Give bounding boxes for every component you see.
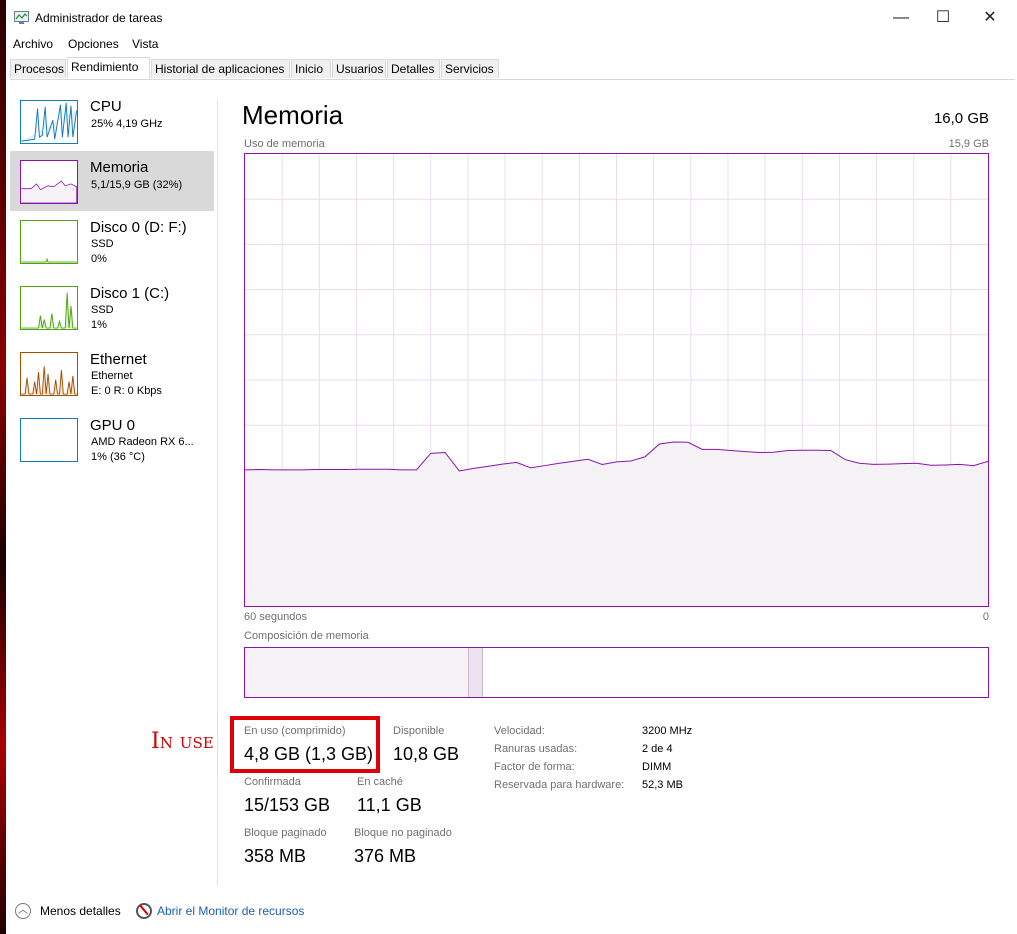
sidebar-item-gpu0[interactable]: GPU 0 AMD Radeon RX 6... 1% (36 °C): [10, 416, 214, 468]
chevron-up-icon[interactable]: ︿: [15, 903, 31, 919]
sidebar-label-disco1: Disco 1 (C:): [90, 285, 170, 302]
committed-label: Confirmada: [244, 776, 301, 788]
sidebar-item-disco1[interactable]: Disco 1 (C:) SSD 1%: [10, 284, 214, 336]
speed-label: Velocidad:: [494, 725, 545, 737]
annotation-text: In use: [151, 729, 214, 754]
sidebar-item-ethernet[interactable]: Ethernet Ethernet E: 0 R: 0 Kbps: [10, 350, 214, 402]
sidebar-item-cpu[interactable]: CPU 25% 4,19 GHz: [10, 98, 214, 158]
paged-pool-label: Bloque paginado: [244, 827, 327, 839]
time-axis-start: 60 segundos: [244, 611, 307, 623]
disk0-thumbnail-graph: [20, 220, 78, 264]
sidebar-sub2-disco1: 1%: [91, 319, 107, 331]
hw-reserved-label: Reservada para hardware:: [494, 779, 625, 791]
sidebar-sub2-ethernet: E: 0 R: 0 Kbps: [91, 385, 162, 397]
window-title: Administrador de tareas: [35, 11, 163, 25]
sidebar-label-gpu0: GPU 0: [90, 417, 136, 434]
tab-detalles[interactable]: Detalles: [387, 59, 440, 78]
resource-monitor-icon[interactable]: [136, 903, 152, 919]
tab-historial[interactable]: Historial de aplicaciones: [151, 59, 290, 78]
less-details-button[interactable]: Menos detalles: [40, 904, 121, 918]
slots-label: Ranuras usadas:: [494, 743, 578, 755]
graph-label: Uso de memoria: [244, 138, 325, 150]
sidebar-item-memoria[interactable]: Memoria 5,1/15,9 GB (32%): [10, 151, 214, 211]
available-label: Disponible: [393, 725, 445, 737]
form-factor-label: Factor de forma:: [494, 761, 575, 773]
close-button[interactable]: ✕: [967, 4, 1013, 32]
sidebar-label-ethernet: Ethernet: [90, 351, 147, 368]
sidebar-sub1-disco1: SSD: [91, 304, 114, 316]
graph-max-label: 15,9 GB: [948, 138, 989, 150]
sidebar-label-cpu: CPU: [90, 98, 122, 115]
tab-usuarios[interactable]: Usuarios: [332, 59, 386, 78]
disk1-thumbnail-graph: [20, 286, 78, 330]
memory-thumbnail-graph: [20, 160, 78, 204]
menu-opciones[interactable]: Opciones: [68, 37, 119, 51]
sidebar-sub1-ethernet: Ethernet: [91, 370, 133, 382]
sidebar-divider: [217, 100, 218, 886]
hw-reserved-value: 52,3 MB: [642, 779, 683, 791]
memory-usage-graph: [244, 153, 989, 607]
ethernet-thumbnail-graph: [20, 352, 78, 396]
sidebar-sub2-gpu0: 1% (36 °C): [91, 451, 145, 463]
tab-strip: Procesos Rendimiento Historial de aplica…: [10, 57, 1015, 80]
cpu-thumbnail-graph: [20, 100, 78, 144]
tab-servicios[interactable]: Servicios: [441, 59, 499, 78]
composition-label: Composición de memoria: [244, 630, 369, 642]
time-axis-end: 0: [982, 611, 989, 623]
task-manager-window: Administrador de tareas — ☐ ✕ Archivo Op…: [6, 0, 1017, 934]
nonpaged-pool-label: Bloque no paginado: [354, 827, 452, 839]
sidebar-sub-memoria: 5,1/15,9 GB (32%): [91, 179, 183, 191]
maximize-button[interactable]: ☐: [920, 4, 966, 32]
annotation-highlight-box: [230, 716, 380, 773]
cached-label: En caché: [357, 776, 403, 788]
tab-inicio[interactable]: Inicio: [291, 59, 331, 78]
committed-value: 15/153 GB: [244, 795, 331, 815]
memory-composition-bar: [244, 647, 989, 698]
tab-procesos[interactable]: Procesos: [10, 59, 66, 78]
speed-value: 3200 MHz: [642, 725, 693, 737]
menu-archivo[interactable]: Archivo: [13, 37, 53, 51]
total-memory: 16,0 GB: [933, 110, 989, 127]
gpu-thumbnail-graph: [20, 418, 78, 462]
resource-monitor-link[interactable]: Abrir el Monitor de recursos: [157, 904, 304, 918]
slots-value: 2 de 4: [642, 743, 673, 755]
composition-modified-segment: [468, 648, 484, 697]
sidebar-sub-cpu: 25% 4,19 GHz: [91, 118, 163, 130]
minimize-button[interactable]: —: [878, 4, 924, 32]
sidebar-label-memoria: Memoria: [90, 159, 149, 176]
available-value: 10,8 GB: [393, 744, 460, 764]
cached-value: 11,1 GB: [357, 795, 422, 815]
form-factor-value: DIMM: [642, 761, 672, 773]
sidebar-sub1-gpu0: AMD Radeon RX 6...: [91, 436, 194, 448]
page-title: Memoria: [242, 100, 344, 130]
title-bar: Administrador de tareas — ☐ ✕: [6, 0, 1017, 36]
sidebar-item-disco0[interactable]: Disco 0 (D: F:) SSD 0%: [10, 218, 214, 270]
sidebar-label-disco0: Disco 0 (D: F:): [90, 219, 187, 236]
task-manager-icon: [14, 11, 29, 24]
paged-pool-value: 358 MB: [244, 846, 307, 866]
nonpaged-pool-value: 376 MB: [354, 846, 417, 866]
sidebar-sub1-disco0: SSD: [91, 238, 114, 250]
composition-in-use-segment: [245, 648, 469, 697]
sidebar-sub2-disco0: 0%: [91, 253, 107, 265]
tab-rendimiento[interactable]: Rendimiento: [67, 57, 150, 79]
menu-vista[interactable]: Vista: [132, 37, 158, 51]
